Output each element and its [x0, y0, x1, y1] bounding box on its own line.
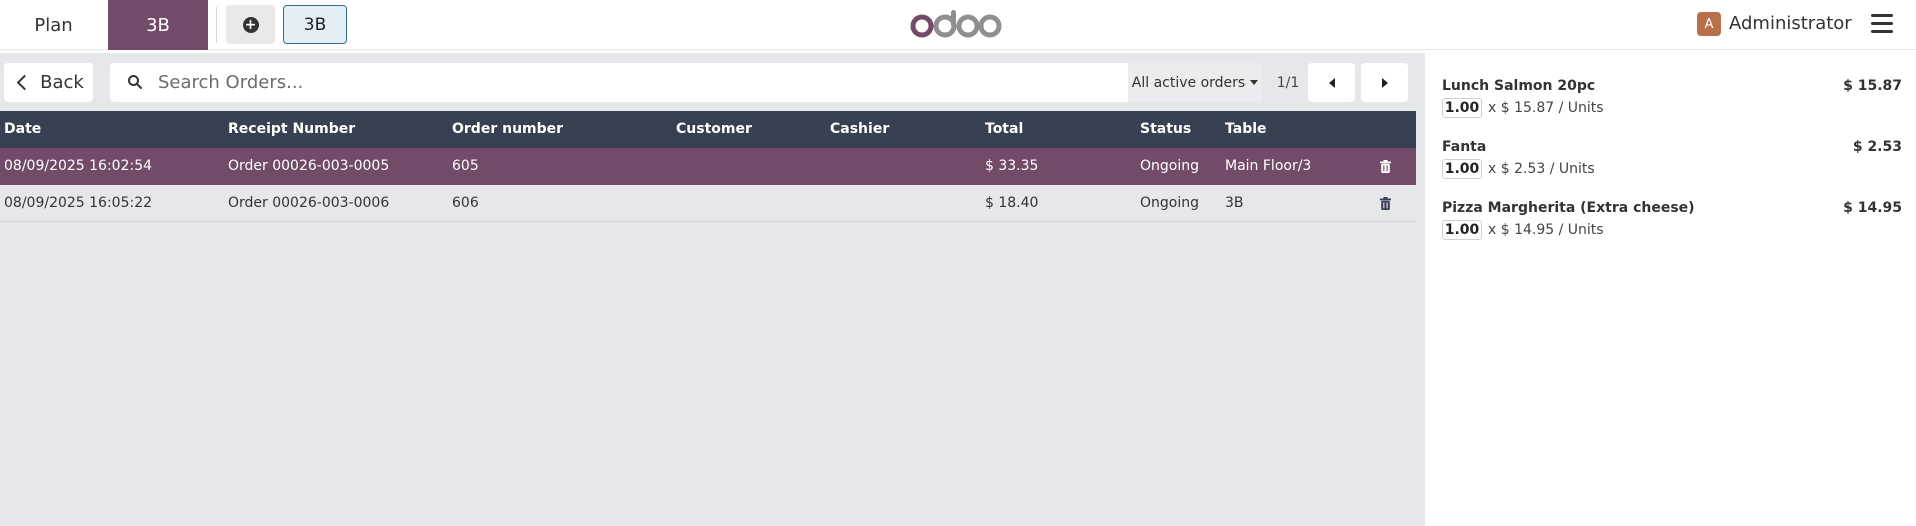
pager-next-button[interactable] [1361, 63, 1408, 102]
table-row[interactable]: 08/09/2025 16:05:22 Order 00026-003-0006… [0, 185, 1416, 222]
plan-button[interactable]: Plan [0, 0, 107, 50]
orders-list-pane: Back All active orders 1/1 Date Receipt … [0, 53, 1424, 526]
order-table: Main Floor/3 [1225, 158, 1312, 174]
user-name[interactable]: Administrator [1729, 12, 1852, 36]
column-header-customer: Customer [676, 121, 752, 137]
product-name: Fanta [1442, 139, 1487, 155]
column-header-cashier: Cashier [830, 121, 890, 137]
column-header-total: Total [985, 121, 1024, 137]
user-avatar[interactable]: A [1697, 12, 1721, 36]
pager-previous-button[interactable] [1308, 63, 1355, 102]
pager-value: 1/1 [1276, 74, 1300, 91]
order-total: $ 18.40 [985, 195, 1039, 211]
order-date: 08/09/2025 16:02:54 [4, 158, 153, 174]
line-price: $ 15.87 [1843, 78, 1902, 94]
order-table: 3B [1225, 195, 1244, 211]
order-number: 605 [452, 158, 479, 174]
quantity-field[interactable]: 1.00 [1442, 220, 1482, 240]
orders-table-header: Date Receipt Number Order number Custome… [0, 111, 1416, 148]
column-header-receipt: Receipt Number [228, 121, 356, 137]
search-bar [110, 63, 1128, 102]
order-tab-3b[interactable]: 3B [283, 5, 347, 44]
search-input[interactable] [158, 63, 1118, 102]
column-header-date: Date [4, 121, 42, 137]
column-header-order-number: Order number [452, 121, 564, 137]
filter-label: All active orders [1131, 74, 1246, 91]
order-date: 08/09/2025 16:05:22 [4, 195, 153, 211]
top-bar: Plan 3B + 3B A Administrator [0, 0, 1916, 50]
quantity-field[interactable]: 1.00 [1442, 159, 1482, 179]
caret-down-icon [1250, 80, 1259, 85]
order-filter-dropdown[interactable]: All active orders [1128, 63, 1262, 102]
odoo-logo [910, 10, 1002, 38]
search-icon [128, 75, 142, 89]
trash-icon[interactable] [1380, 160, 1391, 173]
receipt-number: Order 00026-003-0005 [228, 158, 390, 174]
order-status: Ongoing [1140, 158, 1199, 174]
unit-price-text: x $ 15.87 / Units [1488, 100, 1604, 116]
order-status: Ongoing [1140, 195, 1199, 211]
quantity-field[interactable]: 1.00 [1442, 98, 1482, 118]
table-row[interactable]: 08/09/2025 16:02:54 Order 00026-003-0005… [0, 148, 1416, 185]
caret-right-icon [1381, 77, 1388, 88]
orders-controls: Back All active orders 1/1 [0, 53, 1424, 109]
column-header-table: Table [1225, 121, 1267, 137]
column-header-status: Status [1140, 121, 1192, 137]
unit-price-text: x $ 2.53 / Units [1488, 161, 1595, 177]
trash-icon[interactable] [1380, 197, 1391, 210]
current-table-button[interactable]: 3B [108, 0, 208, 50]
receipt-number: Order 00026-003-0006 [228, 195, 390, 211]
product-name: Pizza Margherita (Extra cheese) [1442, 200, 1695, 216]
orders-table: Date Receipt Number Order number Custome… [0, 111, 1416, 222]
toolbar-divider [216, 7, 217, 43]
line-price: $ 2.53 [1852, 139, 1902, 155]
chevron-left-icon [16, 74, 33, 91]
order-detail-pane: Lunch Salmon 20pc $ 15.87 1.00 x $ 15.87… [1424, 53, 1916, 526]
caret-left-icon [1328, 77, 1335, 88]
back-label: Back [40, 72, 84, 93]
new-order-button[interactable]: + [226, 5, 275, 44]
unit-price-text: x $ 14.95 / Units [1488, 222, 1604, 238]
back-button[interactable]: Back [4, 63, 93, 102]
plus-circle-icon: + [242, 16, 259, 33]
menu-hamburger-icon[interactable] [1871, 14, 1893, 34]
product-name: Lunch Salmon 20pc [1442, 78, 1596, 94]
order-number: 606 [452, 195, 479, 211]
order-total: $ 33.35 [985, 158, 1039, 174]
line-price: $ 14.95 [1843, 200, 1902, 216]
